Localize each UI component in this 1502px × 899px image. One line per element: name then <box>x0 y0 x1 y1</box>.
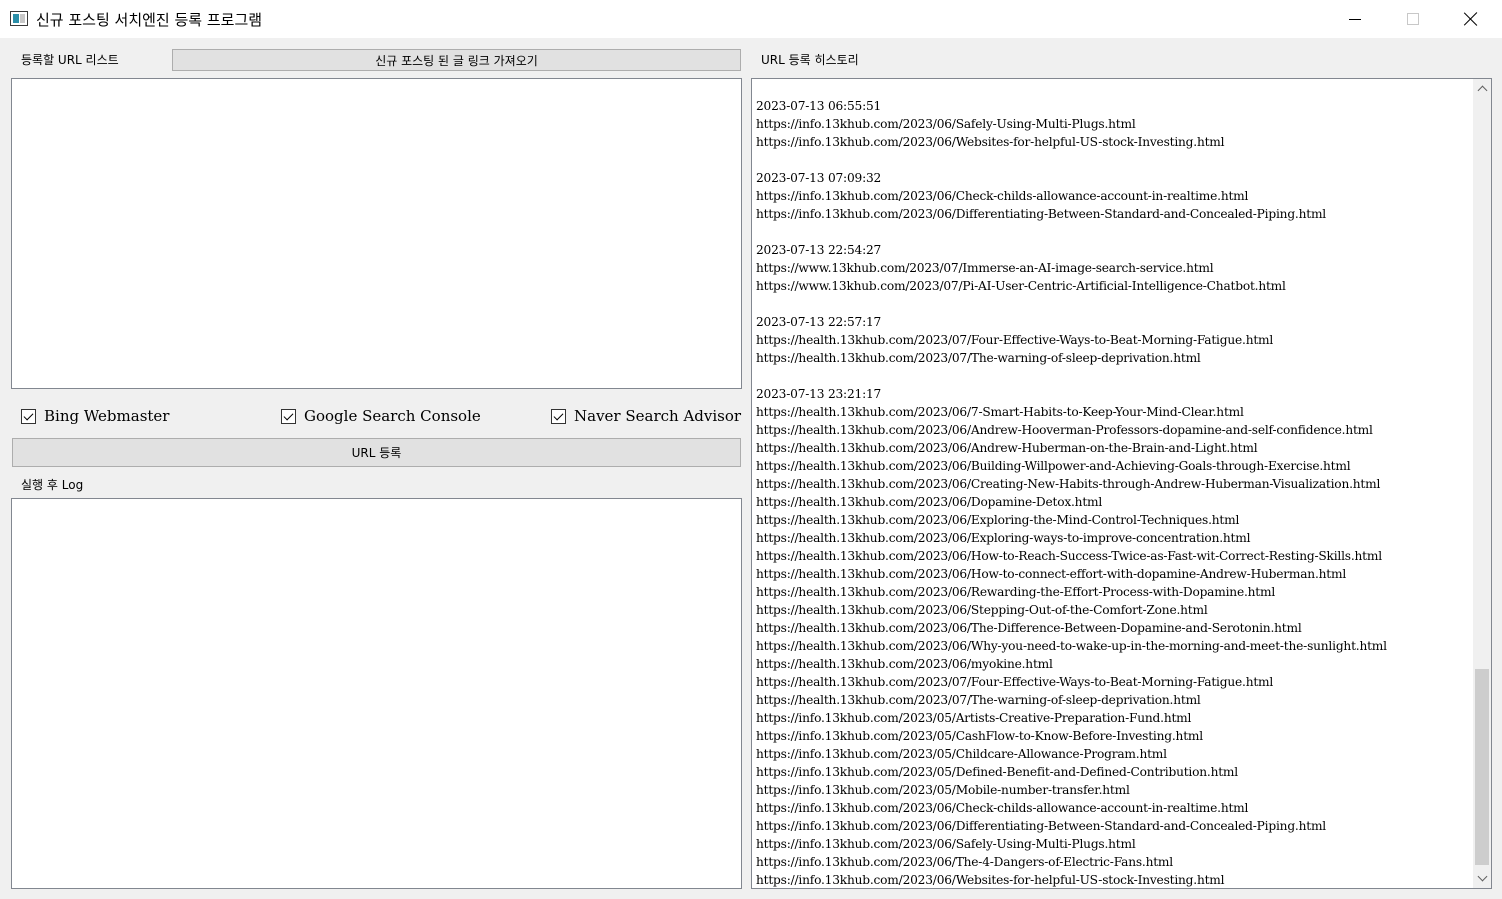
scroll-down-icon[interactable] <box>1477 873 1487 883</box>
checkbox-checked-icon[interactable] <box>281 408 296 424</box>
history-line: https://info.13khub.com/2023/06/Safely-U… <box>756 117 1136 131</box>
app-icon <box>10 11 28 26</box>
url-list-textbox[interactable] <box>11 78 742 389</box>
naver-search-advisor-checkbox[interactable]: Naver Search Advisor <box>551 406 741 426</box>
google-search-console-checkbox[interactable]: Google Search Console <box>281 406 481 426</box>
url-register-button[interactable]: URL 등록 <box>12 438 741 467</box>
history-line: https://info.13khub.com/2023/06/Safely-U… <box>756 837 1136 851</box>
close-button[interactable] <box>1442 0 1500 38</box>
checkbox-checked-icon[interactable] <box>551 408 566 424</box>
history-line: https://info.13khub.com/2023/05/Artists-… <box>756 711 1192 725</box>
log-label: 실행 후 Log <box>21 478 84 492</box>
history-line: 2023-07-13 23:21:17 <box>756 387 882 401</box>
history-line: 2023-07-13 07:09:32 <box>756 171 882 185</box>
history-line: https://info.13khub.com/2023/05/Defined-… <box>756 765 1238 779</box>
history-line: https://health.13khub.com/2023/06/Andrew… <box>756 423 1373 437</box>
bing-webmaster-checkbox[interactable]: Bing Webmaster <box>21 406 169 426</box>
history-line: https://health.13khub.com/2023/06/Why-yo… <box>756 639 1387 653</box>
history-line: https://health.13khub.com/2023/07/Four-E… <box>756 675 1274 689</box>
history-line: https://info.13khub.com/2023/06/Websites… <box>756 135 1225 149</box>
window-title: 신규 포스팅 서치엔진 등록 프로그램 <box>36 11 263 29</box>
history-line <box>756 151 1387 169</box>
history-lines: 2023-07-13 06:55:51 https://info.13khub.c… <box>756 97 1387 888</box>
history-line: 2023-07-13 22:54:27 <box>756 243 882 257</box>
history-line: https://www.13khub.com/2023/07/Pi-AI-Use… <box>756 279 1286 293</box>
history-line: https://info.13khub.com/2023/06/Websites… <box>756 873 1225 887</box>
vertical-scrollbar[interactable] <box>1473 79 1491 888</box>
history-line: https://www.13khub.com/2023/07/Immerse-a… <box>756 261 1214 275</box>
scroll-thumb[interactable] <box>1475 669 1489 865</box>
history-line: https://health.13khub.com/2023/07/The-wa… <box>756 693 1201 707</box>
minimize-icon <box>1349 18 1361 20</box>
history-line: https://health.13khub.com/2023/06/Buildi… <box>756 459 1351 473</box>
history-line: https://health.13khub.com/2023/06/Reward… <box>756 585 1276 599</box>
history-line: https://info.13khub.com/2023/06/Differen… <box>756 207 1326 221</box>
history-line: https://health.13khub.com/2023/06/Dopami… <box>756 495 1103 509</box>
scroll-up-icon[interactable] <box>1477 84 1487 94</box>
history-line: https://health.13khub.com/2023/06/Explor… <box>756 513 1240 527</box>
history-line: https://info.13khub.com/2023/06/Differen… <box>756 819 1326 833</box>
log-textbox[interactable] <box>11 498 742 889</box>
fetch-new-post-links-button[interactable]: 신규 포스팅 된 글 링크 가져오기 <box>172 49 741 71</box>
history-line: https://health.13khub.com/2023/06/How-to… <box>756 567 1347 581</box>
history-line: https://health.13khub.com/2023/07/Four-E… <box>756 333 1274 347</box>
history-line: https://health.13khub.com/2023/07/The-wa… <box>756 351 1201 365</box>
history-line: https://health.13khub.com/2023/06/The-Di… <box>756 621 1302 635</box>
history-line: https://health.13khub.com/2023/06/7-Smar… <box>756 405 1244 419</box>
history-line: https://health.13khub.com/2023/06/myokin… <box>756 657 1053 671</box>
history-line: https://health.13khub.com/2023/06/How-to… <box>756 549 1382 563</box>
checkbox-checked-icon[interactable] <box>21 408 36 424</box>
close-icon <box>1464 12 1478 26</box>
bing-webmaster-label: Bing Webmaster <box>44 407 170 425</box>
maximize-button[interactable] <box>1384 0 1442 38</box>
history-label: URL 등록 히스토리 <box>761 53 859 67</box>
history-line: https://info.13khub.com/2023/06/Check-ch… <box>756 801 1249 815</box>
history-textbox[interactable]: 2023-07-13 06:55:51 https://info.13khub.c… <box>751 78 1492 889</box>
history-line: https://info.13khub.com/2023/06/Check-ch… <box>756 189 1249 203</box>
history-line <box>756 295 1387 313</box>
history-line: https://health.13khub.com/2023/06/Steppi… <box>756 603 1208 617</box>
minimize-button[interactable] <box>1326 0 1384 38</box>
url-list-label: 등록할 URL 리스트 <box>21 53 119 67</box>
history-line: https://info.13khub.com/2023/05/Mobile-n… <box>756 783 1130 797</box>
maximize-icon <box>1407 13 1419 25</box>
history-line: https://info.13khub.com/2023/05/CashFlow… <box>756 729 1203 743</box>
history-line <box>756 223 1387 241</box>
title-bar[interactable]: 신규 포스팅 서치엔진 등록 프로그램 <box>0 0 1502 38</box>
history-line: https://health.13khub.com/2023/06/Andrew… <box>756 441 1258 455</box>
history-line: 2023-07-13 22:57:17 <box>756 315 882 329</box>
history-line: 2023-07-13 06:55:51 <box>756 99 882 113</box>
history-line: https://health.13khub.com/2023/06/Creati… <box>756 477 1381 491</box>
history-line: https://health.13khub.com/2023/06/Explor… <box>756 531 1251 545</box>
history-line: https://info.13khub.com/2023/05/Childcar… <box>756 747 1167 761</box>
naver-search-advisor-label: Naver Search Advisor <box>574 407 742 425</box>
google-search-console-label: Google Search Console <box>304 407 481 425</box>
history-line <box>756 367 1387 385</box>
history-line: https://info.13khub.com/2023/06/The-4-Da… <box>756 855 1173 869</box>
